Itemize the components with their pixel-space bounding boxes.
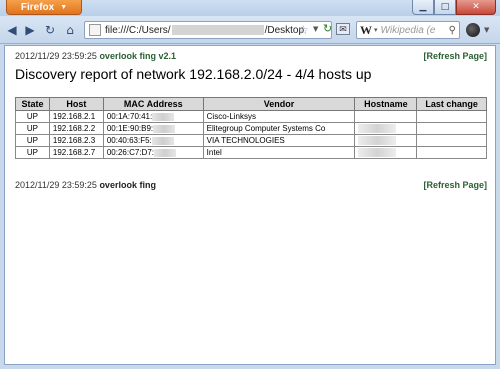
table-row: UP 192.168.2.1 00:1A:70:41: Cisco-Linksy… [15,110,487,123]
search-box[interactable]: W ▾ Wikipedia (e ⚲ [356,21,460,39]
last-change-cell [416,146,487,159]
mac-cell: 00:40:63:F5: [102,134,204,147]
search-icon[interactable]: ⚲ [446,25,459,36]
refresh-page-link[interactable]: [Refresh Page] [423,51,487,61]
firefox-menu-label: Firefox [20,1,55,13]
report-timestamp: 2012/11/29 23:59:25 [15,51,97,61]
footer-info: 2012/11/29 23:59:25 overlook fing [15,180,156,190]
table-row: UP 192.168.2.3 00:40:63:F5: VIA TECHNOLO… [15,134,487,147]
state-cell: UP [15,110,50,123]
url-prefix: file:///C:/Users/ [105,24,171,36]
page-content: 2012/11/29 23:59:25 overlook fing v2.1 [… [4,45,496,365]
redacted-hostname [358,136,397,146]
hostname-cell [354,122,418,135]
mac-cell: 00:1E:90:B9: [102,122,204,135]
addon-dropdown-icon[interactable]: ▼ [484,26,489,34]
column-header-mac: MAC Address [102,97,204,111]
footer-refresh-page-link[interactable]: [Refresh Page] [423,180,487,190]
redacted-mac [151,136,174,145]
report-footer: 2012/11/29 23:59:25 overlook fing [Refre… [15,180,487,190]
window-controls: ▁ □ ✕ [412,0,496,15]
page-icon [89,24,101,36]
footer-app-name[interactable]: overlook fing [99,180,156,190]
hostname-cell [354,110,418,123]
chevron-down-icon: ▼ [60,3,68,11]
hostname-cell [354,146,418,159]
navigation-toolbar: ◀ ▶ ↻ ⌂ file:///C:/Users/ /Desktop ☆ ▼ ↻… [0,16,500,44]
url-bar[interactable]: file:///C:/Users/ /Desktop [84,21,332,39]
bookmark-star-icon[interactable]: ☆ [298,23,309,37]
close-icon[interactable]: ✕ [456,0,496,15]
maximize-icon[interactable]: □ [434,0,456,15]
column-header-hostname: Hostname [354,97,418,111]
title-bar: Firefox ▼ ▁ □ ✕ [0,0,500,16]
last-change-cell [416,110,487,123]
app-version[interactable]: overlook fing v2.1 [99,51,176,61]
column-header-vendor: Vendor [202,97,356,111]
reload-icon[interactable]: ↻ [42,22,58,38]
hosts-table: State Host MAC Address Vendor Hostname L… [15,97,487,159]
last-change-cell [416,122,487,135]
mac-value: 00:1A:70:41: [106,112,153,121]
search-input[interactable]: Wikipedia (e [381,25,446,36]
state-cell: UP [15,146,50,159]
page-title: Discovery report of network 192.168.2.0/… [15,66,372,82]
column-header-last-change: Last change [416,97,487,111]
redacted-mac [152,112,175,121]
state-cell: UP [15,122,50,135]
column-header-host: Host [48,97,104,111]
host-cell: 192.168.2.2 [48,122,104,135]
mac-cell: 00:26:C7:D7: [102,146,204,159]
go-reload-icon[interactable]: ↻ [323,22,332,35]
host-cell: 192.168.2.3 [48,134,104,147]
vendor-cell: Elitegroup Computer Systems Co [202,122,356,135]
header-info: 2012/11/29 23:59:25 overlook fing v2.1 [15,51,176,61]
redacted-username [171,25,264,35]
redacted-mac [153,124,176,133]
table-row: UP 192.168.2.7 00:26:C7:D7: Intel [15,146,487,159]
column-header-state: State [15,97,50,111]
mac-cell: 00:1A:70:41: [102,110,204,123]
host-cell: 192.168.2.7 [48,146,104,159]
footer-timestamp: 2012/11/29 23:59:25 [15,180,97,190]
vendor-cell: VIA TECHNOLOGIES [202,134,356,147]
state-cell: UP [15,134,50,147]
redacted-hostname [358,124,397,134]
mac-value: 00:40:63:F5: [106,136,152,145]
firefox-menu-button[interactable]: Firefox ▼ [6,0,82,15]
hostname-cell [354,134,418,147]
addon-icon[interactable] [466,23,480,37]
redacted-mac [154,148,176,157]
redacted-hostname [358,148,397,158]
last-change-cell [416,134,487,147]
wikipedia-icon[interactable]: W [357,23,374,38]
mac-value: 00:1E:90:B9: [106,124,154,133]
url-history-dropdown-icon[interactable]: ▼ [313,25,318,33]
mac-value: 00:26:C7:D7: [106,148,154,157]
table-header-row: State Host MAC Address Vendor Hostname L… [15,97,487,111]
mail-icon[interactable]: ✉ [336,23,350,35]
table-row: UP 192.168.2.2 00:1E:90:B9: Elitegroup C… [15,122,487,135]
vendor-cell: Intel [202,146,356,159]
host-cell: 192.168.2.1 [48,110,104,123]
forward-icon[interactable]: ▶ [22,22,38,38]
report-header: 2012/11/29 23:59:25 overlook fing v2.1 [… [15,51,487,61]
minimize-icon[interactable]: ▁ [412,0,434,15]
vendor-cell: Cisco-Linksys [202,110,356,123]
home-icon[interactable]: ⌂ [62,22,78,38]
back-icon[interactable]: ◀ [4,22,20,38]
